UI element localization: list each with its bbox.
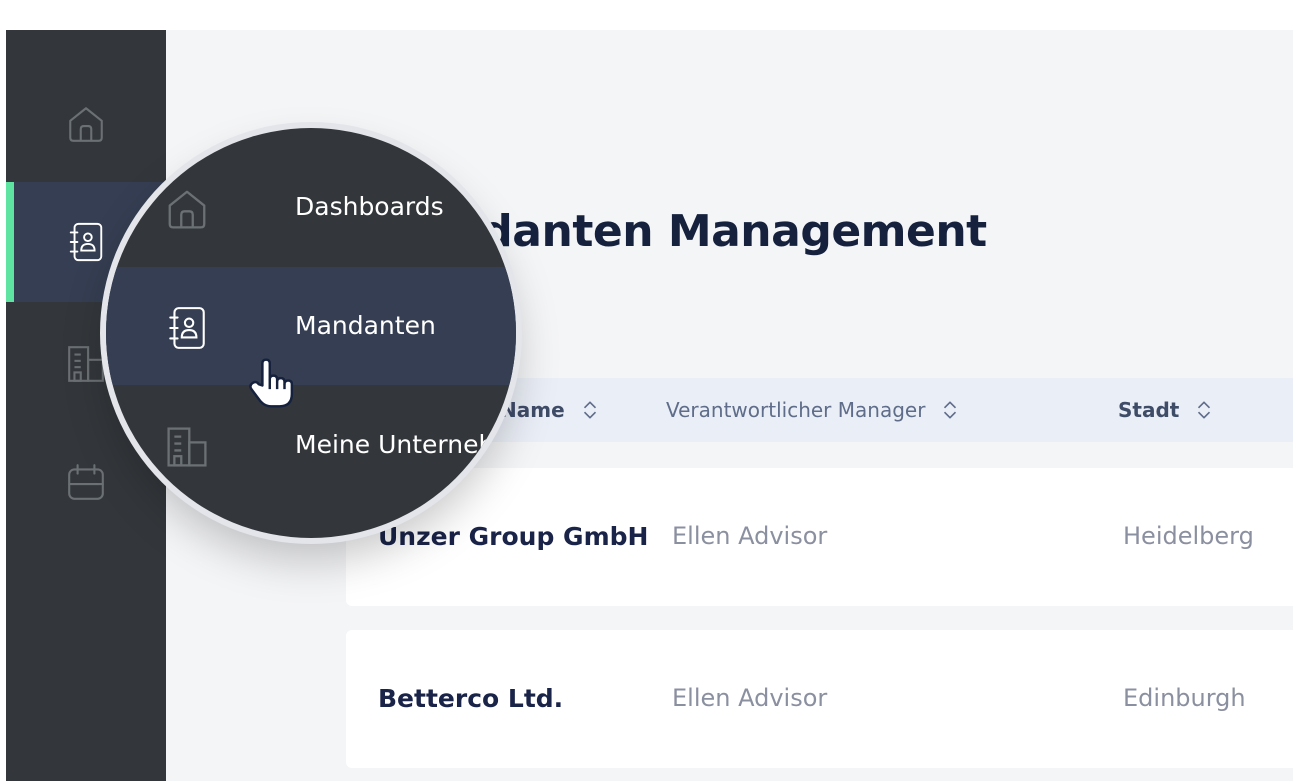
magnified-item-dashboards[interactable]: Dashboards bbox=[106, 148, 516, 266]
hand-pointer-icon bbox=[249, 358, 294, 408]
city: Edinburgh bbox=[1123, 684, 1246, 712]
company-name[interactable]: Betterco Ltd. bbox=[378, 684, 563, 713]
company-name[interactable]: Unzer Group GmbH bbox=[378, 522, 648, 551]
magnified-label: Mandanten bbox=[295, 311, 436, 340]
building-icon bbox=[167, 427, 207, 467]
magnified-item-unternehmen[interactable]: Meine Unternehmen bbox=[106, 386, 516, 504]
table-row[interactable]: Betterco Ltd. Ellen Advisor Edinburgh bbox=[346, 630, 1293, 768]
manager-name: Ellen Advisor bbox=[672, 684, 828, 712]
manager-name: Ellen Advisor bbox=[672, 522, 828, 550]
contacts-book-icon bbox=[69, 222, 103, 262]
magnifier-lens: Dashboards Mandanten Meine Unternehmen bbox=[106, 128, 516, 538]
column-header-stadt[interactable]: Stadt bbox=[1118, 398, 1215, 422]
active-indicator bbox=[6, 182, 14, 302]
contacts-book-icon bbox=[169, 307, 205, 349]
magnified-label: Meine Unternehmen bbox=[295, 430, 516, 459]
home-icon bbox=[69, 107, 103, 142]
sort-icon bbox=[1198, 401, 1211, 419]
calendar-icon bbox=[68, 464, 104, 500]
magnified-item-mandanten[interactable]: Mandanten bbox=[106, 267, 516, 385]
home-icon bbox=[168, 190, 206, 229]
sort-icon bbox=[944, 401, 957, 419]
city: Heidelberg bbox=[1123, 522, 1254, 550]
sort-icon bbox=[583, 401, 596, 419]
column-header-manager[interactable]: Verantwortlicher Manager bbox=[666, 398, 961, 422]
building-icon bbox=[68, 346, 104, 382]
magnified-label: Dashboards bbox=[295, 192, 444, 221]
